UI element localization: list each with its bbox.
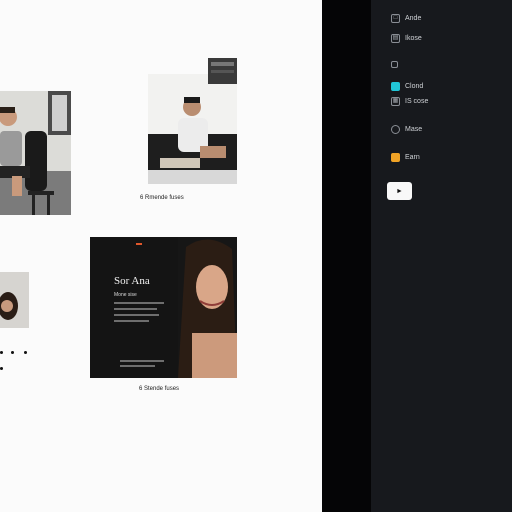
promo-subtitle: Mone sise xyxy=(114,292,137,298)
sidebar-item-mase[interactable]: Mase xyxy=(391,125,422,134)
card-caption: 6 Stende fuses xyxy=(139,386,180,392)
promo-portrait xyxy=(178,237,237,378)
sidebar-item-square[interactable] xyxy=(391,61,403,68)
sidebar-item-iscose[interactable]: ▦ IS cose xyxy=(391,97,428,106)
play-button[interactable]: ► xyxy=(387,182,412,200)
sidebar-item-label: Mase xyxy=(405,126,423,133)
sidebar-item-label: Clond xyxy=(405,83,424,90)
photo-woman-cropped[interactable] xyxy=(0,272,29,328)
sidebar-item-label: Earn xyxy=(405,154,420,161)
sidebar-item-label: Ikose xyxy=(405,35,422,42)
panel-divider xyxy=(322,0,371,512)
cloud-icon xyxy=(391,82,400,91)
sidebar-item-label: Ande xyxy=(405,15,422,22)
sidebar-item-label: IS cose xyxy=(405,98,429,105)
promo-title: Sor Ana xyxy=(114,275,150,287)
promo-footer-text xyxy=(120,360,164,370)
sidebar-item-clond[interactable]: Clond xyxy=(391,82,423,91)
accent-mark xyxy=(136,243,142,245)
layers-icon: ▤ xyxy=(391,34,400,43)
image-icon: □ xyxy=(391,14,400,23)
sidebar-item-earn[interactable]: Earn xyxy=(391,153,420,162)
thumbnail-preview[interactable] xyxy=(208,58,237,84)
promo-card[interactable]: Sor Ana Mone sise xyxy=(90,237,237,378)
photo-man-couch[interactable] xyxy=(148,74,237,184)
pagination-dots xyxy=(0,351,30,375)
sidebar-item-ande[interactable]: □ Ande xyxy=(391,14,421,23)
grid-icon: ▦ xyxy=(391,97,400,106)
play-icon: ► xyxy=(396,187,403,195)
square-icon xyxy=(391,61,398,68)
sidebar xyxy=(371,0,512,512)
photo-man-seated[interactable] xyxy=(0,91,71,215)
settings-icon xyxy=(391,125,400,134)
sidebar-item-ikose[interactable]: ▤ Ikose xyxy=(391,34,422,43)
coin-icon xyxy=(391,153,400,162)
promo-body-text xyxy=(114,302,164,326)
photo-caption: 6 Rmende fuses xyxy=(140,195,184,201)
editor-canvas: 6 Rmende fuses Sor Ana Mone sise 6 Stend… xyxy=(0,0,322,512)
